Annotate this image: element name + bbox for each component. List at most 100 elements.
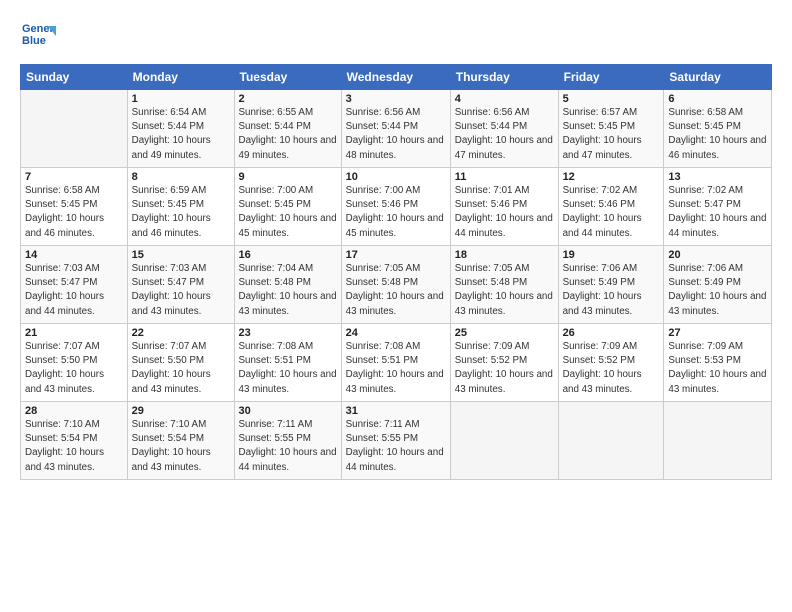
weekday-header-thursday: Thursday	[450, 65, 558, 90]
day-number: 6	[668, 93, 767, 105]
day-number: 24	[346, 327, 446, 339]
day-number: 27	[668, 327, 767, 339]
day-detail: Sunrise: 6:58 AM Sunset: 5:45 PM Dayligh…	[668, 106, 767, 163]
day-detail: Sunrise: 7:08 AM Sunset: 5:51 PM Dayligh…	[239, 340, 337, 397]
day-detail: Sunrise: 7:08 AM Sunset: 5:51 PM Dayligh…	[346, 340, 446, 397]
day-detail: Sunrise: 6:55 AM Sunset: 5:44 PM Dayligh…	[239, 106, 337, 163]
day-detail: Sunrise: 6:59 AM Sunset: 5:45 PM Dayligh…	[132, 184, 230, 241]
calendar-cell: 11Sunrise: 7:01 AM Sunset: 5:46 PM Dayli…	[450, 168, 558, 246]
calendar-cell: 9Sunrise: 7:00 AM Sunset: 5:45 PM Daylig…	[234, 168, 341, 246]
logo: General Blue	[20, 18, 56, 54]
calendar-cell: 24Sunrise: 7:08 AM Sunset: 5:51 PM Dayli…	[341, 324, 450, 402]
day-detail: Sunrise: 7:07 AM Sunset: 5:50 PM Dayligh…	[25, 340, 123, 397]
calendar-cell: 19Sunrise: 7:06 AM Sunset: 5:49 PM Dayli…	[558, 246, 664, 324]
calendar-cell: 26Sunrise: 7:09 AM Sunset: 5:52 PM Dayli…	[558, 324, 664, 402]
day-detail: Sunrise: 7:07 AM Sunset: 5:50 PM Dayligh…	[132, 340, 230, 397]
calendar-cell: 28Sunrise: 7:10 AM Sunset: 5:54 PM Dayli…	[21, 402, 128, 480]
logo-icon: General Blue	[20, 18, 56, 54]
calendar-cell: 15Sunrise: 7:03 AM Sunset: 5:47 PM Dayli…	[127, 246, 234, 324]
calendar-cell: 16Sunrise: 7:04 AM Sunset: 5:48 PM Dayli…	[234, 246, 341, 324]
calendar-cell: 30Sunrise: 7:11 AM Sunset: 5:55 PM Dayli…	[234, 402, 341, 480]
day-number: 1	[132, 93, 230, 105]
calendar-cell: 21Sunrise: 7:07 AM Sunset: 5:50 PM Dayli…	[21, 324, 128, 402]
calendar-cell	[558, 402, 664, 480]
day-number: 17	[346, 249, 446, 261]
week-row-5: 28Sunrise: 7:10 AM Sunset: 5:54 PM Dayli…	[21, 402, 772, 480]
calendar-cell: 1Sunrise: 6:54 AM Sunset: 5:44 PM Daylig…	[127, 90, 234, 168]
calendar-table: SundayMondayTuesdayWednesdayThursdayFrid…	[20, 64, 772, 480]
weekday-header-sunday: Sunday	[21, 65, 128, 90]
day-detail: Sunrise: 7:10 AM Sunset: 5:54 PM Dayligh…	[132, 418, 230, 475]
calendar-cell: 13Sunrise: 7:02 AM Sunset: 5:47 PM Dayli…	[664, 168, 772, 246]
calendar-cell: 14Sunrise: 7:03 AM Sunset: 5:47 PM Dayli…	[21, 246, 128, 324]
calendar-cell: 22Sunrise: 7:07 AM Sunset: 5:50 PM Dayli…	[127, 324, 234, 402]
calendar-cell: 17Sunrise: 7:05 AM Sunset: 5:48 PM Dayli…	[341, 246, 450, 324]
calendar-cell: 8Sunrise: 6:59 AM Sunset: 5:45 PM Daylig…	[127, 168, 234, 246]
day-detail: Sunrise: 7:03 AM Sunset: 5:47 PM Dayligh…	[132, 262, 230, 319]
day-detail: Sunrise: 6:57 AM Sunset: 5:45 PM Dayligh…	[563, 106, 660, 163]
day-number: 5	[563, 93, 660, 105]
calendar-cell: 29Sunrise: 7:10 AM Sunset: 5:54 PM Dayli…	[127, 402, 234, 480]
day-detail: Sunrise: 7:11 AM Sunset: 5:55 PM Dayligh…	[239, 418, 337, 475]
calendar-cell: 27Sunrise: 7:09 AM Sunset: 5:53 PM Dayli…	[664, 324, 772, 402]
calendar-cell: 20Sunrise: 7:06 AM Sunset: 5:49 PM Dayli…	[664, 246, 772, 324]
calendar-cell: 18Sunrise: 7:05 AM Sunset: 5:48 PM Dayli…	[450, 246, 558, 324]
week-row-4: 21Sunrise: 7:07 AM Sunset: 5:50 PM Dayli…	[21, 324, 772, 402]
day-number: 12	[563, 171, 660, 183]
day-detail: Sunrise: 7:00 AM Sunset: 5:45 PM Dayligh…	[239, 184, 337, 241]
calendar-cell: 12Sunrise: 7:02 AM Sunset: 5:46 PM Dayli…	[558, 168, 664, 246]
day-detail: Sunrise: 7:06 AM Sunset: 5:49 PM Dayligh…	[668, 262, 767, 319]
calendar-cell: 23Sunrise: 7:08 AM Sunset: 5:51 PM Dayli…	[234, 324, 341, 402]
day-number: 30	[239, 405, 337, 417]
day-number: 4	[455, 93, 554, 105]
day-number: 9	[239, 171, 337, 183]
calendar-cell	[664, 402, 772, 480]
day-number: 28	[25, 405, 123, 417]
day-number: 7	[25, 171, 123, 183]
day-number: 20	[668, 249, 767, 261]
page: General Blue SundayMondayTuesdayWednesda…	[0, 0, 792, 490]
day-number: 22	[132, 327, 230, 339]
day-detail: Sunrise: 7:10 AM Sunset: 5:54 PM Dayligh…	[25, 418, 123, 475]
day-detail: Sunrise: 7:06 AM Sunset: 5:49 PM Dayligh…	[563, 262, 660, 319]
calendar-cell: 7Sunrise: 6:58 AM Sunset: 5:45 PM Daylig…	[21, 168, 128, 246]
day-detail: Sunrise: 7:09 AM Sunset: 5:53 PM Dayligh…	[668, 340, 767, 397]
day-detail: Sunrise: 7:02 AM Sunset: 5:47 PM Dayligh…	[668, 184, 767, 241]
day-detail: Sunrise: 7:05 AM Sunset: 5:48 PM Dayligh…	[346, 262, 446, 319]
day-detail: Sunrise: 7:03 AM Sunset: 5:47 PM Dayligh…	[25, 262, 123, 319]
day-number: 10	[346, 171, 446, 183]
logo-area: General Blue	[20, 18, 56, 54]
day-detail: Sunrise: 7:01 AM Sunset: 5:46 PM Dayligh…	[455, 184, 554, 241]
day-detail: Sunrise: 7:11 AM Sunset: 5:55 PM Dayligh…	[346, 418, 446, 475]
day-number: 31	[346, 405, 446, 417]
day-number: 29	[132, 405, 230, 417]
svg-text:Blue: Blue	[22, 35, 46, 47]
calendar-cell: 10Sunrise: 7:00 AM Sunset: 5:46 PM Dayli…	[341, 168, 450, 246]
week-row-2: 7Sunrise: 6:58 AM Sunset: 5:45 PM Daylig…	[21, 168, 772, 246]
week-row-3: 14Sunrise: 7:03 AM Sunset: 5:47 PM Dayli…	[21, 246, 772, 324]
weekday-header-friday: Friday	[558, 65, 664, 90]
day-number: 21	[25, 327, 123, 339]
day-number: 2	[239, 93, 337, 105]
day-detail: Sunrise: 7:00 AM Sunset: 5:46 PM Dayligh…	[346, 184, 446, 241]
day-detail: Sunrise: 7:04 AM Sunset: 5:48 PM Dayligh…	[239, 262, 337, 319]
calendar-cell: 6Sunrise: 6:58 AM Sunset: 5:45 PM Daylig…	[664, 90, 772, 168]
calendar-cell: 31Sunrise: 7:11 AM Sunset: 5:55 PM Dayli…	[341, 402, 450, 480]
weekday-header-saturday: Saturday	[664, 65, 772, 90]
weekday-header-monday: Monday	[127, 65, 234, 90]
day-number: 26	[563, 327, 660, 339]
day-number: 8	[132, 171, 230, 183]
day-detail: Sunrise: 7:02 AM Sunset: 5:46 PM Dayligh…	[563, 184, 660, 241]
day-detail: Sunrise: 7:05 AM Sunset: 5:48 PM Dayligh…	[455, 262, 554, 319]
day-number: 16	[239, 249, 337, 261]
day-detail: Sunrise: 6:56 AM Sunset: 5:44 PM Dayligh…	[455, 106, 554, 163]
calendar-cell: 25Sunrise: 7:09 AM Sunset: 5:52 PM Dayli…	[450, 324, 558, 402]
day-number: 19	[563, 249, 660, 261]
weekday-header-wednesday: Wednesday	[341, 65, 450, 90]
weekday-header-row: SundayMondayTuesdayWednesdayThursdayFrid…	[21, 65, 772, 90]
calendar-cell	[21, 90, 128, 168]
day-number: 15	[132, 249, 230, 261]
day-number: 13	[668, 171, 767, 183]
day-detail: Sunrise: 6:56 AM Sunset: 5:44 PM Dayligh…	[346, 106, 446, 163]
day-detail: Sunrise: 7:09 AM Sunset: 5:52 PM Dayligh…	[455, 340, 554, 397]
